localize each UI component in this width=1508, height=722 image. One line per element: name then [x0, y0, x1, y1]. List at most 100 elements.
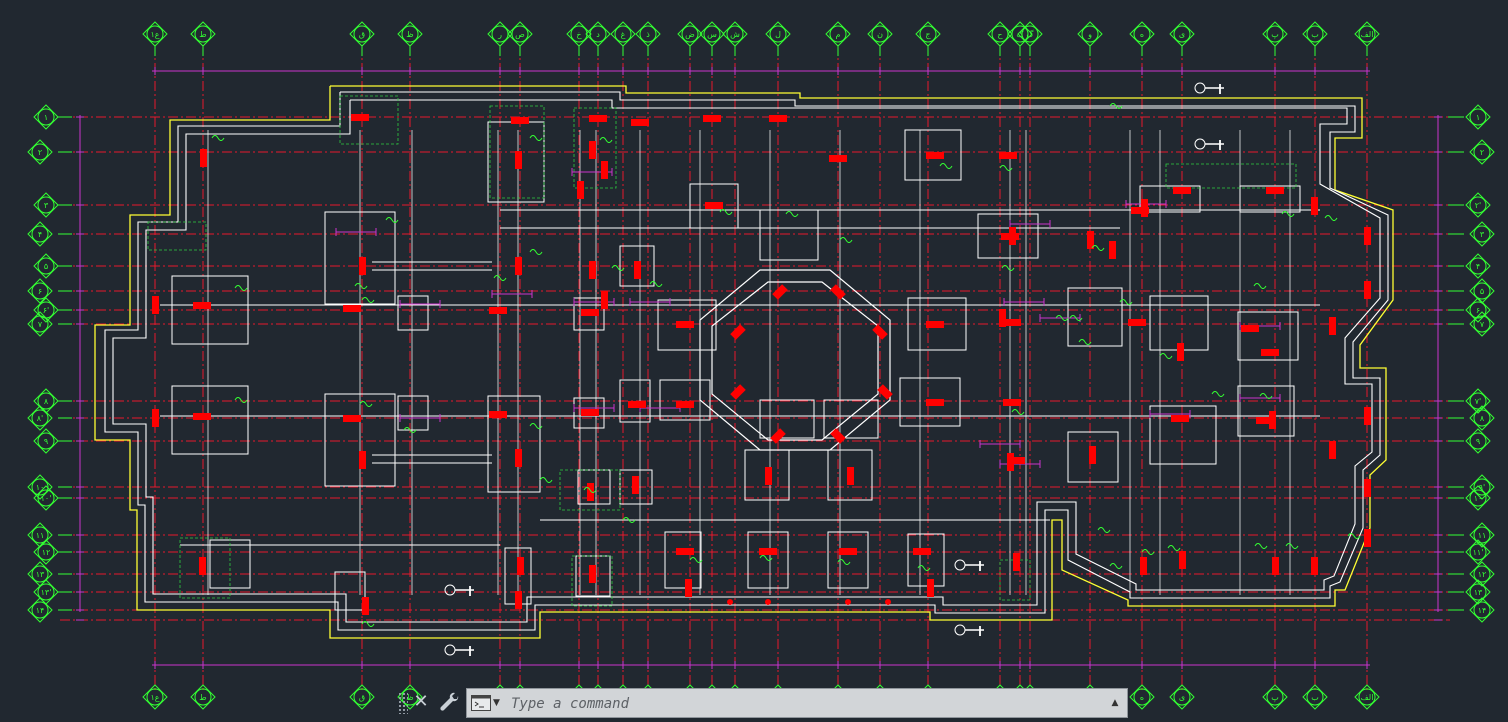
grid-bubble-label: ی	[1179, 30, 1185, 39]
grid-bubble-label: ۷'	[1475, 397, 1482, 406]
grid-bubble-label: س	[707, 30, 717, 39]
column-rotated	[730, 384, 746, 400]
grid-bubble-label: ۱۲	[1478, 570, 1487, 579]
grid-bubble-label: الف	[1361, 30, 1374, 39]
cad-drawing[interactable]: ع۱ع۱ططققظظررصصخخددغغذذضضسسششللممننججححکک…	[0, 0, 1508, 722]
grid-bubble-label: ط	[199, 30, 206, 39]
grid-bubble-label: ۱	[1476, 113, 1480, 122]
grid-bubble-label: ۵	[1480, 287, 1484, 296]
grip-handle[interactable]	[398, 692, 408, 714]
room-outline	[487, 395, 541, 493]
grid-bubble-label: ۲'	[1475, 201, 1482, 210]
grid-bubble-label: ۱۱	[1478, 531, 1487, 540]
wall-lines	[104, 91, 1389, 631]
command-input-box[interactable]: ▼ ▲	[466, 688, 1128, 718]
chevron-up-icon[interactable]: ▲	[1109, 694, 1121, 712]
grid-bubble-label: ج	[925, 30, 931, 39]
column-vertical	[359, 257, 366, 275]
grid-bubble-label: ۴	[38, 230, 42, 239]
column-horizontal	[628, 401, 646, 408]
grid-bubble-label: الف	[1361, 693, 1374, 702]
grid-bubble-label: ش	[730, 30, 740, 39]
structural-columns	[152, 114, 1371, 615]
annotation-box	[147, 221, 207, 251]
grid-bubble-label: ۹	[44, 437, 48, 446]
column-vertical	[1140, 557, 1147, 575]
column-horizontal	[759, 548, 777, 555]
annotation-text-mark	[529, 249, 543, 255]
column-vertical	[362, 597, 369, 615]
room-outline	[1149, 295, 1209, 351]
column-vertical	[601, 291, 608, 309]
annotation-text-mark	[1109, 563, 1123, 569]
section-marker-circle	[954, 559, 966, 571]
chevron-down-icon[interactable]: ▼	[493, 694, 503, 712]
grid-bubble-label: ۳	[1480, 230, 1485, 239]
column-horizontal	[343, 415, 361, 422]
room-outline	[827, 531, 869, 589]
wrench-icon[interactable]	[438, 691, 462, 715]
dimension-lines	[76, 67, 1442, 669]
close-icon[interactable]: ✕	[412, 691, 430, 713]
column-vertical	[1364, 407, 1371, 425]
grid-bubble-label: ض	[685, 30, 695, 39]
column-dot	[885, 599, 891, 605]
column-horizontal	[769, 115, 787, 122]
column-vertical	[1364, 479, 1371, 497]
column-dot	[845, 599, 851, 605]
boundary-outline	[94, 85, 1394, 639]
grid-bubble-label: غ	[621, 30, 626, 39]
wall-outline	[104, 91, 1389, 631]
dimension-bracket	[1039, 314, 1081, 322]
grid-bubble-label: پ	[1271, 693, 1279, 702]
grid-bubble-label: ۱	[44, 113, 48, 122]
room-outline	[907, 533, 945, 587]
grid-bubble-label: و	[1087, 30, 1092, 39]
grid-bubble-label: پ	[1271, 30, 1279, 39]
column-vertical	[1311, 197, 1318, 215]
column-horizontal	[193, 413, 211, 420]
model-space-viewport[interactable]: ع۱ع۱ططققظظررصصخخددغغذذضضسسششللممننججححکک…	[0, 0, 1508, 722]
column-vertical	[601, 161, 608, 179]
column-vertical	[515, 257, 522, 275]
room-outline	[759, 399, 815, 439]
column-vertical	[927, 579, 934, 597]
column-vertical	[632, 476, 639, 494]
grid-lines	[60, 45, 1450, 690]
grid-bubble-label: ۸	[1480, 414, 1485, 423]
column-horizontal	[631, 119, 649, 126]
grid-bubble-label: ب	[1311, 30, 1319, 39]
section-marker-circle	[954, 624, 966, 636]
command-input[interactable]	[509, 692, 1103, 716]
column-horizontal	[489, 411, 507, 418]
column-vertical	[1109, 241, 1116, 259]
grid-bubble-label: ۱۴	[36, 606, 45, 615]
grid-bubble-label: ۶'	[43, 306, 50, 315]
grid-bubble-label: ن	[877, 30, 883, 39]
grid-bubble-label: ۱۴	[1478, 606, 1487, 615]
column-vertical	[1329, 317, 1336, 335]
grid-bubble-label: ۳	[44, 201, 49, 210]
grid-bubble-label: ۲	[1480, 148, 1484, 157]
column-rotated	[830, 284, 846, 300]
command-line-bar: ✕ ▼ ▲	[398, 686, 1130, 720]
annotation-text-mark	[1078, 339, 1092, 345]
annotation-text-mark	[1159, 353, 1173, 359]
column-vertical	[1364, 227, 1371, 245]
command-prompt-icon[interactable]	[471, 695, 491, 711]
annotation-text-mark	[839, 237, 853, 243]
column-vertical	[685, 579, 692, 597]
annotation-text-mark	[1001, 265, 1015, 271]
wall-outline	[112, 99, 1381, 623]
grid-bubble-label: ب	[1311, 693, 1319, 702]
column-vertical	[1364, 281, 1371, 299]
annotation-marks	[211, 103, 1361, 627]
grid-bubble-label: ۹	[1476, 437, 1480, 446]
column-horizontal	[1171, 415, 1189, 422]
grid-bubble-label: ۴	[1476, 262, 1480, 271]
column-horizontal	[1003, 399, 1021, 406]
grid-bubble-label: ۵	[44, 262, 48, 271]
column-horizontal	[511, 117, 529, 124]
annotation-text-mark	[1285, 543, 1299, 549]
grid-bubble-label: ۱۳	[1474, 588, 1483, 597]
